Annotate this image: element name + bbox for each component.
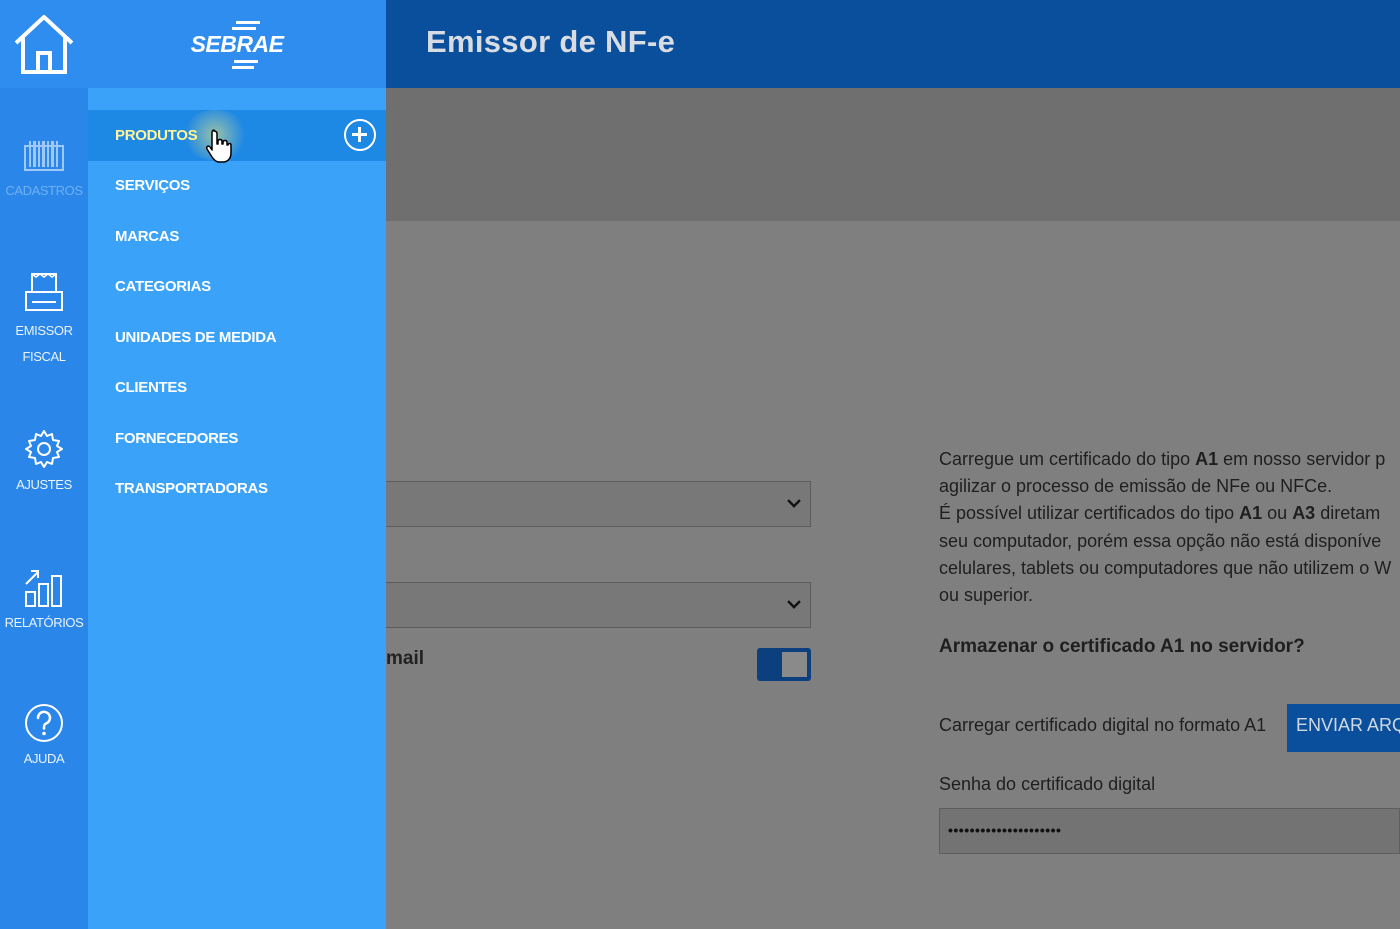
icon-rail: CADASTROS EMISSOR FISCAL AJUSTES RELATÓRI… bbox=[0, 0, 88, 929]
upload-button[interactable]: ENVIAR ARQ bbox=[1287, 704, 1400, 752]
sebrae-logo[interactable]: SEBRAE bbox=[88, 0, 386, 88]
info-text: celulares, tablets ou computadores que n… bbox=[939, 557, 1392, 578]
menu-item-label: FORNECEDORES bbox=[115, 429, 239, 447]
add-product-button[interactable] bbox=[344, 119, 376, 151]
certificate-info: Carregue um certificado do tipo A1 em no… bbox=[939, 446, 1400, 609]
info-text: seu computador, porém essa opção não est… bbox=[939, 530, 1382, 551]
info-text: Carregue um certificado do tipo bbox=[939, 449, 1196, 469]
menu-item-clientes[interactable]: CLIENTES bbox=[88, 363, 386, 414]
logo-stripe bbox=[234, 60, 258, 63]
receipt-printer-icon bbox=[25, 273, 63, 311]
menu-item-transportadoras[interactable]: TRANSPORTADORAS bbox=[88, 464, 386, 515]
rail-label: AJUDA bbox=[23, 751, 65, 766]
info-text: ou superior. bbox=[939, 585, 1034, 606]
email-label: mail bbox=[386, 648, 425, 669]
info-text: diretam bbox=[1315, 503, 1381, 524]
info-text: em nosso servidor p bbox=[1218, 449, 1386, 469]
password-label: Senha do certificado digital bbox=[939, 774, 1156, 794]
rail-label: AJUSTES bbox=[16, 477, 72, 492]
info-bold: A1 bbox=[1195, 449, 1219, 469]
logo-stripe bbox=[236, 21, 260, 24]
menu-item-unidades-de-medida[interactable]: UNIDADES DE MEDIDA bbox=[88, 312, 386, 363]
menu-item-label: SERVIÇOS bbox=[115, 177, 190, 195]
rail-item-relatorios[interactable]: RELATÓRIOS bbox=[0, 566, 88, 636]
menu-item-label: CATEGORIAS bbox=[115, 278, 211, 296]
menu-item-label: PRODUTOS bbox=[115, 126, 198, 144]
drawer-menu: PRODUTOS SERVIÇOS MARCAS CATEGORIAS UNID… bbox=[88, 110, 386, 514]
chevron-down-icon bbox=[787, 494, 801, 508]
info-text: ou bbox=[1262, 503, 1293, 524]
bar-chart-icon bbox=[25, 570, 62, 607]
rail-item-ajuda[interactable]: AJUDA bbox=[0, 702, 88, 772]
menu-item-label: CLIENTES bbox=[115, 379, 187, 397]
home-icon bbox=[14, 15, 74, 74]
select-field-2[interactable] bbox=[386, 582, 811, 628]
rail-item-ajustes[interactable]: AJUSTES bbox=[0, 428, 88, 498]
menu-item-marcas[interactable]: MARCAS bbox=[88, 211, 386, 262]
menu-item-servicos[interactable]: SERVIÇOS bbox=[88, 161, 386, 212]
logo-stripe bbox=[232, 27, 256, 30]
brand-name: SEBRAE bbox=[190, 30, 284, 57]
toggle-knob bbox=[782, 652, 807, 677]
password-input[interactable]: ••••••••••••••••••••• bbox=[939, 808, 1400, 854]
upload-label: Carregar certificado digital no formato … bbox=[939, 715, 1267, 735]
menu-item-label: MARCAS bbox=[115, 227, 180, 245]
rail-item-emissor-fiscal[interactable]: EMISSOR FISCAL bbox=[0, 270, 88, 370]
menu-item-label: UNIDADES DE MEDIDA bbox=[115, 328, 277, 346]
menu-item-produtos[interactable]: PRODUTOS bbox=[88, 110, 386, 163]
rail-item-cadastros[interactable]: CADASTROS bbox=[0, 138, 88, 204]
info-bold: A1 bbox=[1239, 503, 1263, 524]
store-certificate-question: Armazenar o certificado A1 no servidor? bbox=[939, 636, 1305, 657]
help-circle-icon bbox=[25, 704, 63, 742]
rail-label: RELATÓRIOS bbox=[4, 615, 84, 630]
page-title: Emissor de NF-e bbox=[426, 24, 676, 59]
rail-label: CADASTROS bbox=[5, 183, 83, 198]
info-bold: A3 bbox=[1292, 503, 1316, 524]
info-text: agilizar o processo de emissão de NFe ou… bbox=[939, 476, 1333, 497]
app-header: Emissor de NF-e bbox=[386, 0, 1400, 88]
menu-item-categorias[interactable]: CATEGORIAS bbox=[88, 262, 386, 313]
barcode-icon bbox=[24, 141, 64, 171]
select-field-1[interactable] bbox=[386, 481, 811, 527]
gear-icon bbox=[25, 430, 63, 468]
chevron-down-icon bbox=[787, 595, 801, 609]
menu-item-label: TRANSPORTADORAS bbox=[115, 480, 268, 498]
content-header-band bbox=[386, 88, 1400, 221]
cadastros-drawer: SEBRAE PRODUTOS SERVIÇOS MARCAS CATEGORI… bbox=[88, 0, 386, 929]
home-button[interactable] bbox=[0, 0, 88, 88]
rail-label: EMISSOR FISCAL bbox=[15, 323, 73, 364]
hand-cursor-icon bbox=[206, 129, 232, 163]
info-text: É possível utilizar certificados do tipo bbox=[939, 503, 1240, 524]
email-toggle[interactable] bbox=[757, 648, 811, 681]
logo-stripe bbox=[232, 66, 254, 69]
menu-item-fornecedores[interactable]: FORNECEDORES bbox=[88, 413, 386, 464]
